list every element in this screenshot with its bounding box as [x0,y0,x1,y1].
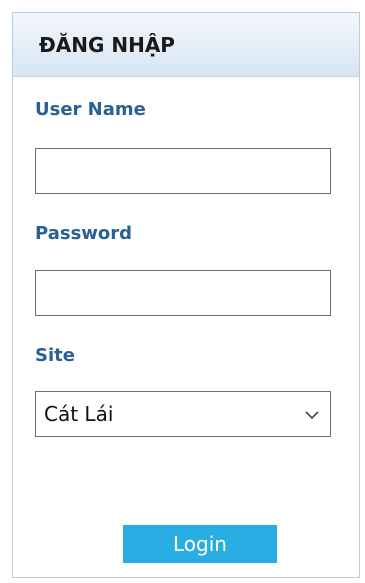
login-panel-header: ĐĂNG NHẬP [13,13,359,77]
site-select-value: Cát Lái [44,402,114,426]
password-label: Password [35,223,133,244]
login-button[interactable]: Login [123,525,277,563]
site-select[interactable]: Cát Lái [35,391,331,437]
login-panel: ĐĂNG NHẬP User Name Password Site Cát Lá… [12,12,360,578]
username-input[interactable] [35,148,331,194]
password-input[interactable] [35,270,331,316]
chevron-down-icon [305,411,319,420]
username-label: User Name [35,99,146,120]
site-label: Site [35,345,75,366]
panel-title: ĐĂNG NHẬP [39,33,175,57]
